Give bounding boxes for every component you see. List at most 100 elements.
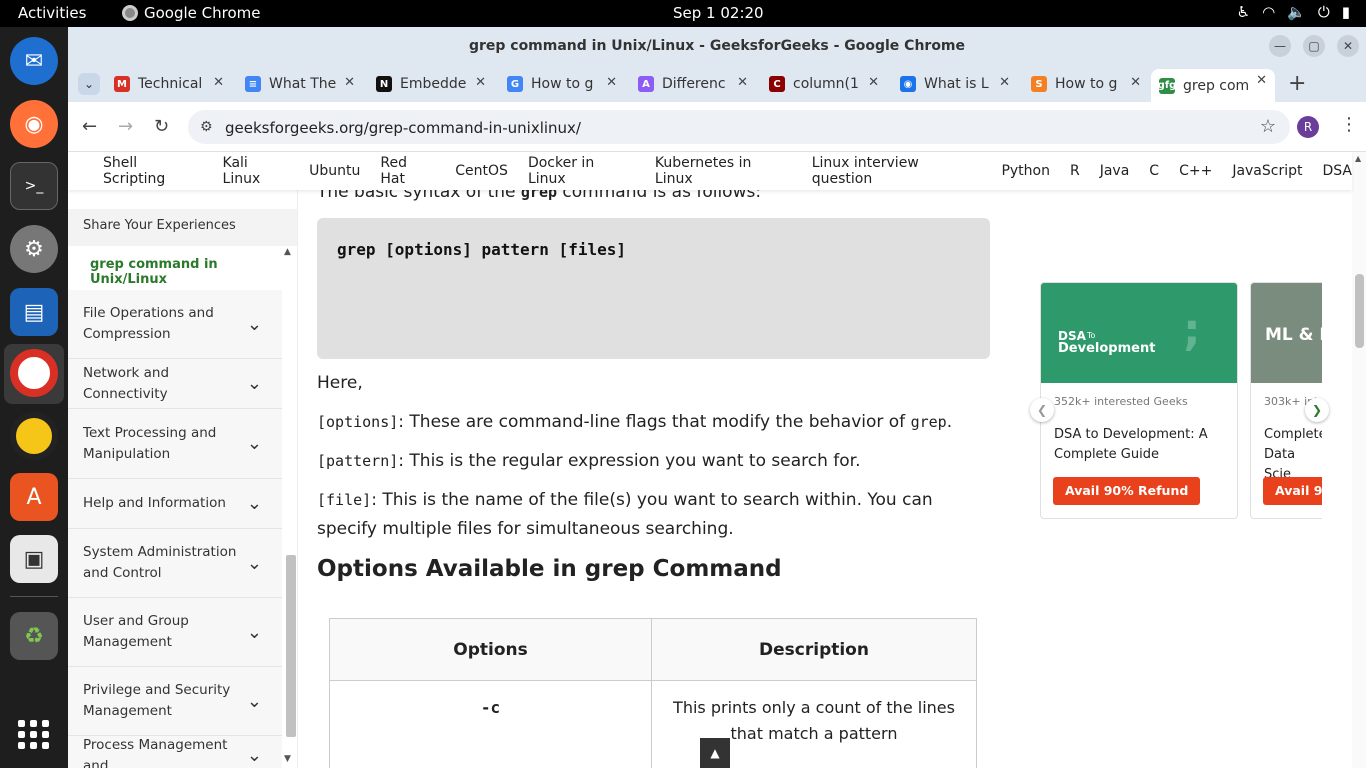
nav-link[interactable]: C — [1149, 163, 1159, 179]
sidebar-item-label: Process Management and — [83, 736, 228, 768]
chevron-down-icon[interactable]: ⌄ — [247, 691, 262, 712]
wifi-icon[interactable]: ◠ — [1262, 3, 1275, 21]
chrome-menu-icon[interactable]: ⋮ — [1340, 114, 1358, 135]
new-tab-button[interactable]: + — [1288, 71, 1306, 96]
app-menu[interactable]: Google Chrome — [122, 4, 261, 22]
accessibility-icon[interactable]: ♿ — [1237, 3, 1250, 21]
sidebar-item[interactable]: Process Management and ⌄ — [68, 736, 282, 768]
sidebar-item[interactable]: System Administration and Control ⌄ — [68, 529, 282, 598]
sidebar-scrollbar[interactable] — [284, 250, 296, 768]
sidebar-scroll-thumb[interactable] — [286, 555, 296, 737]
terminal-icon[interactable]: >_ — [10, 162, 58, 210]
sidebar-current-article[interactable]: grep command in Unix/Linux — [90, 257, 297, 287]
minimize-button[interactable]: — — [1269, 35, 1291, 57]
chevron-down-icon[interactable]: ⌄ — [247, 622, 262, 643]
chevron-down-icon[interactable]: ⌄ — [247, 493, 262, 514]
activities-button[interactable]: Activities — [18, 4, 86, 22]
tab[interactable]: ≡ What The ✕ — [245, 71, 355, 97]
nav-link[interactable]: JavaScript — [1232, 163, 1302, 179]
volume-icon[interactable]: 🔈 — [1287, 3, 1306, 21]
carousel-next-icon[interactable]: ❯ — [1305, 398, 1329, 422]
course-name[interactable]: DSA to Development: A Complete Guide — [1054, 425, 1224, 465]
site-info-icon[interactable]: ⚙ — [200, 119, 213, 135]
nav-link[interactable]: R — [1070, 163, 1080, 179]
course-cta-button[interactable]: Avail 90 — [1263, 477, 1322, 505]
url-text[interactable]: geeksforgeeks.org/grep-command-in-unixli… — [225, 119, 581, 137]
nav-link[interactable]: Ubuntu — [309, 163, 360, 179]
nav-link[interactable]: Red Hat — [380, 155, 435, 187]
tab-close-icon[interactable]: ✕ — [213, 75, 224, 90]
tab-close-icon[interactable]: ✕ — [868, 75, 879, 90]
nav-link[interactable]: DSA — [1323, 163, 1353, 179]
maximize-button[interactable]: ▢ — [1303, 35, 1325, 57]
tab-close-icon[interactable]: ✕ — [1256, 73, 1267, 88]
tab-close-icon[interactable]: ✕ — [737, 75, 748, 90]
sidebar-share-experiences[interactable]: Share Your Experiences — [68, 209, 297, 246]
writer-icon[interactable]: ▤ — [10, 288, 58, 336]
chrome-icon[interactable] — [10, 349, 58, 397]
sidebar-item[interactable]: File Operations and Compression ⌄ — [68, 290, 282, 359]
chevron-down-icon[interactable]: ⌄ — [247, 373, 262, 394]
chevron-down-icon[interactable]: ⌄ — [247, 745, 262, 766]
tab[interactable]: M Technical ✕ — [114, 71, 224, 97]
tab[interactable]: ◉ What is L ✕ — [900, 71, 1010, 97]
page-scroll-thumb[interactable] — [1355, 274, 1364, 348]
tab-search-chevron-icon[interactable]: ⌄ — [78, 73, 100, 95]
course-card[interactable]: DSA To Development ; 352k+ interested Ge… — [1040, 282, 1238, 519]
nav-link[interactable]: Shell Scripting — [103, 155, 203, 187]
nav-link[interactable]: Kali Linux — [223, 155, 290, 187]
forward-button[interactable]: → — [118, 116, 133, 137]
course-cta-button[interactable]: Avail 90% Refund — [1053, 477, 1201, 505]
page-scrollbar[interactable]: ▲ — [1352, 152, 1366, 768]
tab-close-icon[interactable]: ✕ — [475, 75, 486, 90]
sidebar-scroll-down-icon[interactable]: ▼ — [284, 754, 291, 764]
show-apps-icon[interactable] — [18, 720, 50, 749]
profile-avatar[interactable]: R — [1297, 116, 1319, 138]
course-name[interactable]: Complete Data Scie — [1264, 425, 1322, 485]
tab[interactable]: G How to g ✕ — [507, 71, 617, 97]
nav-link[interactable]: CentOS — [455, 163, 508, 179]
chevron-down-icon[interactable]: ⌄ — [247, 553, 262, 574]
system-tray[interactable]: ♿ ◠ 🔈 ⏻ ▮ — [1237, 3, 1350, 21]
reload-button[interactable]: ↻ — [154, 116, 169, 137]
clock[interactable]: Sep 1 02:20 — [673, 4, 764, 22]
tab[interactable]: Ccolumn(1 ✕ — [769, 71, 879, 97]
thunderbird-icon[interactable]: ✉ — [10, 37, 58, 85]
sidebar-item[interactable]: Text Processing and Manipulation ⌄ — [68, 409, 282, 479]
chevron-down-icon[interactable]: ⌄ — [247, 314, 262, 335]
rhythmbox-icon[interactable] — [10, 412, 58, 460]
sidebar-item[interactable]: Privilege and Security Management ⌄ — [68, 667, 282, 736]
carousel-prev-icon[interactable]: ❮ — [1030, 398, 1054, 422]
firefox-icon[interactable]: ◉ — [10, 100, 58, 148]
page-scroll-up-icon[interactable]: ▲ — [1355, 154, 1361, 163]
trash-icon[interactable]: ♻ — [10, 612, 58, 660]
tab[interactable]: N Embedde ✕ — [376, 71, 486, 97]
settings-icon[interactable]: ⚙ — [10, 225, 58, 273]
close-window-button[interactable]: ✕ — [1337, 35, 1359, 57]
address-bar[interactable]: ⚙ geeksforgeeks.org/grep-command-in-unix… — [188, 110, 1290, 144]
app-center-icon[interactable]: A — [10, 473, 58, 521]
chevron-down-icon[interactable]: ⌄ — [247, 433, 262, 454]
power-icon[interactable]: ⏻ — [1318, 3, 1330, 21]
tab[interactable]: A Differenc ✕ — [638, 71, 748, 97]
bookmark-star-icon[interactable]: ☆ — [1260, 116, 1276, 137]
nav-link[interactable]: Java — [1100, 163, 1130, 179]
sidebar-item[interactable]: User and Group Management ⌄ — [68, 598, 282, 667]
tab-close-icon[interactable]: ✕ — [344, 75, 355, 90]
nav-link[interactable]: Python — [1001, 163, 1050, 179]
tab-close-icon[interactable]: ✕ — [999, 75, 1010, 90]
tab-close-icon[interactable]: ✕ — [1130, 75, 1141, 90]
sidebar-item[interactable]: Network and Connectivity ⌄ — [68, 359, 282, 409]
tab-close-icon[interactable]: ✕ — [606, 75, 617, 90]
battery-icon[interactable]: ▮ — [1342, 3, 1350, 21]
nav-link[interactable]: C++ — [1179, 163, 1212, 179]
nav-link[interactable]: Linux interview question — [812, 155, 982, 187]
nav-link[interactable]: Docker in Linux — [528, 155, 635, 187]
scroll-to-top-button[interactable]: ▲ — [700, 738, 730, 768]
sidebar-item[interactable]: Help and Information ⌄ — [68, 479, 282, 529]
tab-active[interactable]: gfg grep com ✕ — [1151, 69, 1275, 102]
back-button[interactable]: ← — [82, 116, 97, 137]
screenshot-tool-icon[interactable]: ▣ — [10, 535, 58, 583]
tab[interactable]: S How to g ✕ — [1031, 71, 1141, 97]
nav-link[interactable]: Kubernetes in Linux — [655, 155, 792, 187]
